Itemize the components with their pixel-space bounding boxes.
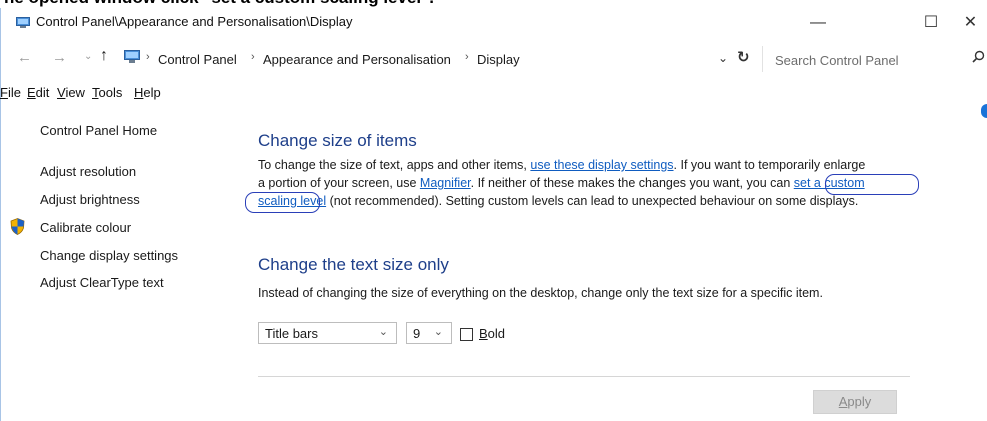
- breadcrumb-separator: ›: [465, 51, 469, 63]
- menu-tools[interactable]: Tools: [92, 85, 122, 100]
- menu-edit-label: dit: [35, 85, 50, 100]
- apply-button[interactable]: Apply: [813, 390, 897, 414]
- paragraph-line-2: a portion of your screen, use Magnifier.…: [258, 174, 865, 192]
- window-title: Control Panel\Appearance and Personalisa…: [36, 14, 353, 29]
- sidebar-control-panel-home[interactable]: Control Panel Home: [40, 123, 157, 138]
- search-box: [762, 46, 987, 72]
- chevron-down-icon: ⌄: [378, 326, 388, 338]
- breadcrumb-control-panel[interactable]: Control Panel: [158, 52, 237, 67]
- menu-edit[interactable]: Edit: [27, 85, 49, 100]
- text-size-select[interactable]: 9 ⌄: [406, 322, 452, 344]
- paragraph-line-3: scaling level (not recommended). Setting…: [258, 192, 858, 210]
- text-item-select[interactable]: Title bars ⌄: [258, 322, 397, 344]
- display-settings-link[interactable]: use these display settings: [530, 158, 673, 172]
- uac-shield-icon: [10, 218, 25, 238]
- menu-file-key: F: [0, 85, 8, 100]
- para-text: a portion of your screen, use: [258, 176, 420, 190]
- sidebar-adjust-brightness[interactable]: Adjust brightness: [40, 192, 140, 207]
- menu-file-label: ile: [7, 85, 21, 100]
- sidebar-adjust-resolution[interactable]: Adjust resolution: [40, 164, 136, 179]
- menu-help-label: elp: [143, 85, 161, 100]
- breadcrumb-display[interactable]: Display: [477, 52, 520, 67]
- control-panel-icon: [16, 17, 30, 32]
- menu-view-label: iew: [65, 85, 85, 100]
- menu-help[interactable]: Help: [134, 85, 161, 100]
- text-size-select-value: 9: [413, 326, 421, 341]
- text-item-select-value: Title bars: [265, 326, 318, 341]
- bold-checkbox[interactable]: [460, 328, 473, 341]
- para-text: . If neither of these makes the changes …: [470, 176, 794, 190]
- magnifier-link[interactable]: Magnifier: [420, 176, 471, 190]
- menu-tools-label: ools: [98, 85, 123, 100]
- search-input[interactable]: [773, 50, 957, 70]
- cropped-caption: he opened window click "set a custom sca…: [0, 0, 987, 8]
- menu-help-key: H: [134, 85, 144, 100]
- para-text: . If you want to temporarily enlarge: [673, 158, 866, 172]
- address-control-panel-icon: [124, 50, 140, 67]
- edge-indicator-dot: [981, 104, 987, 118]
- minimize-button[interactable]: —: [795, 8, 841, 38]
- breadcrumb-appearance[interactable]: Appearance and Personalisation: [263, 52, 451, 67]
- annotation-highlight-part2: [245, 192, 320, 213]
- search-icon[interactable]: [972, 50, 985, 66]
- menu-edit-key: E: [27, 85, 36, 100]
- close-button[interactable]: ✕: [954, 8, 987, 38]
- paragraph-line-1: To change the size of text, apps and oth…: [258, 156, 865, 174]
- annotation-highlight-part1: [825, 174, 919, 195]
- chevron-down-icon: ⌄: [433, 326, 443, 338]
- maximize-button[interactable]: ☐: [908, 8, 954, 38]
- bold-label[interactable]: Bold: [479, 326, 505, 341]
- menu-view[interactable]: View: [57, 85, 85, 100]
- heading-change-text-size-only: Change the text size only: [258, 255, 449, 274]
- bold-label-key: B: [479, 326, 488, 341]
- up-arrow-icon[interactable]: ↑: [100, 47, 108, 65]
- divider: [258, 376, 910, 377]
- menu-file[interactable]: File: [0, 85, 21, 100]
- text-size-description: Instead of changing the size of everythi…: [258, 286, 823, 300]
- caption-text: he opened window click "set a custom sca…: [4, 0, 434, 8]
- bold-label-text: old: [487, 326, 506, 341]
- forward-arrow-icon[interactable]: →: [52, 49, 67, 66]
- para-text: (not recommended). Setting custom levels…: [326, 194, 859, 208]
- heading-change-size-of-items: Change size of items: [258, 131, 417, 150]
- address-dropdown-chevron-icon[interactable]: ⌄: [718, 51, 728, 65]
- sidebar-calibrate-colour[interactable]: Calibrate colour: [40, 220, 131, 235]
- sidebar-adjust-cleartype[interactable]: Adjust ClearType text: [40, 275, 164, 290]
- breadcrumb-separator: ›: [146, 51, 150, 63]
- sidebar-change-display-settings[interactable]: Change display settings: [40, 248, 178, 263]
- back-arrow-icon[interactable]: ←: [17, 49, 32, 66]
- recent-locations-chevron-icon[interactable]: ⌄: [84, 51, 92, 62]
- refresh-icon[interactable]: ↻: [737, 48, 750, 66]
- breadcrumb-separator: ›: [251, 51, 255, 63]
- apply-button-label: pply: [847, 394, 872, 409]
- para-text: To change the size of text, apps and oth…: [258, 158, 531, 172]
